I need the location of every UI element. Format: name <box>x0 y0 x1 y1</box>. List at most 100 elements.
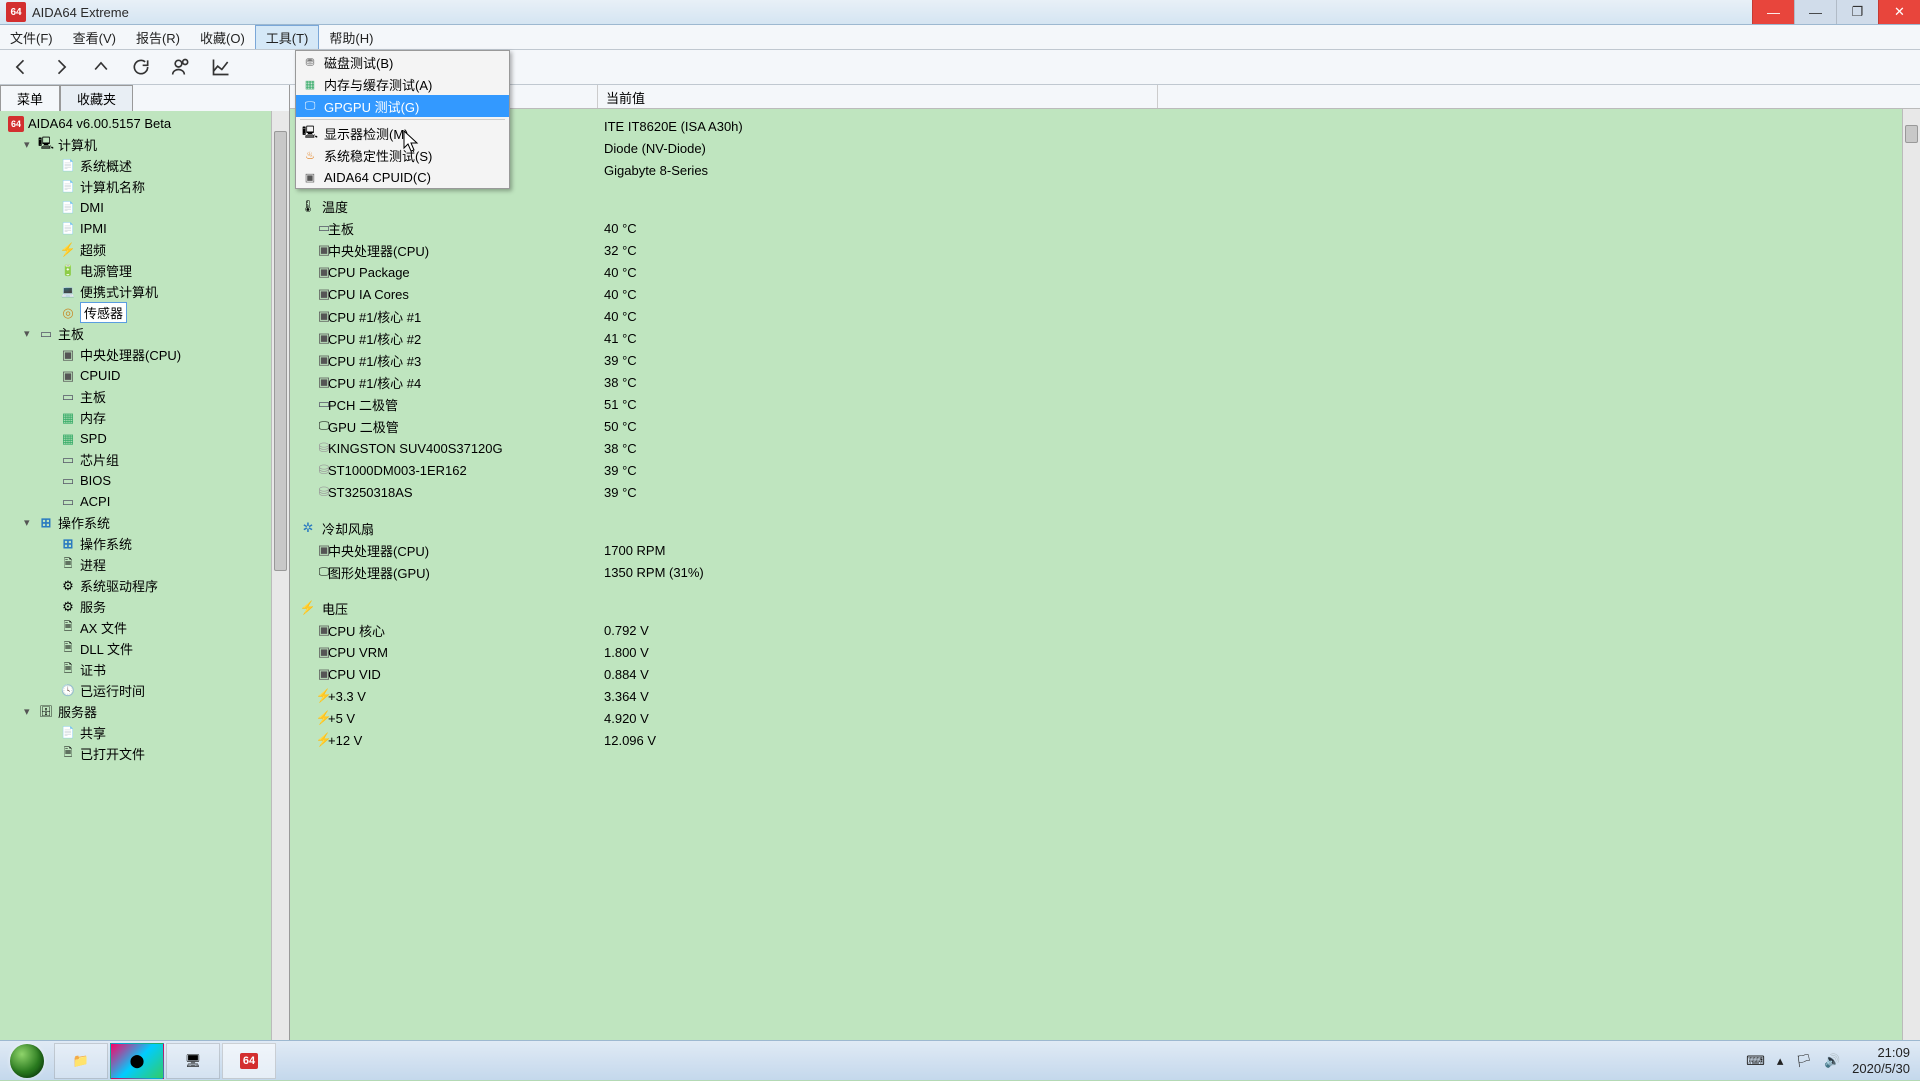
tree-item[interactable]: 超频 <box>4 239 289 260</box>
tree-item[interactable]: 系统驱动程序 <box>4 575 289 596</box>
list-row[interactable]: 中央处理器(CPU)32 °C <box>298 239 1920 261</box>
maximize-button[interactable]: ❐ <box>1836 0 1878 24</box>
taskbar: 📁 ⬤ 🖥 64 ⌨ ▴ 🏳 🔊 21:09 2020/5/30 <box>0 1040 1920 1080</box>
tray-flag-icon[interactable]: 🏳 <box>1795 1053 1812 1069</box>
tree-item[interactable]: DMI <box>4 197 289 218</box>
tree-item[interactable]: SPD <box>4 428 289 449</box>
list-row[interactable]: 中央处理器(CPU)1700 RPM <box>298 539 1920 561</box>
tree-item[interactable]: 系统概述 <box>4 155 289 176</box>
taskbar-explorer[interactable]: 📁 <box>54 1043 108 1079</box>
taskbar-aida64[interactable]: 64 <box>222 1043 276 1079</box>
tree-group[interactable]: ▾主板 <box>4 323 289 344</box>
dropdown-item[interactable]: 磁盘测试(B) <box>296 51 509 73</box>
minimize-button[interactable]: — <box>1794 0 1836 24</box>
tree-group[interactable]: ▾操作系统 <box>4 512 289 533</box>
dropdown-item[interactable]: 显示器检测(M) <box>296 122 509 144</box>
tree-item[interactable]: 电源管理 <box>4 260 289 281</box>
list-scrollbar[interactable] <box>1902 109 1920 1040</box>
menu-favorites[interactable]: 收藏(O) <box>190 25 255 49</box>
tab-favorites[interactable]: 收藏夹 <box>60 85 133 111</box>
list-row[interactable]: PCH 二极管51 °C <box>298 393 1920 415</box>
tree-item[interactable]: BIOS <box>4 470 289 491</box>
tree-item[interactable]: 进程 <box>4 554 289 575</box>
up-button[interactable] <box>88 54 114 80</box>
menu-tools[interactable]: 工具(T) <box>255 25 320 49</box>
list-row[interactable]: CPU 核心0.792 V <box>298 619 1920 641</box>
list-row[interactable]: CPU IA Cores40 °C <box>298 283 1920 305</box>
list-row[interactable]: 图形处理器(GPU)1350 RPM (31%) <box>298 561 1920 583</box>
back-button[interactable] <box>8 54 34 80</box>
close-button[interactable]: ✕ <box>1878 0 1920 24</box>
tree-item[interactable]: 主板 <box>4 386 289 407</box>
menu-view[interactable]: 查看(V) <box>63 25 126 49</box>
list-row[interactable]: Diode (NV-Diode) <box>298 137 1920 159</box>
list-row[interactable]: +3.3 V3.364 V <box>298 685 1920 707</box>
list-row[interactable]: CPU #1/核心 #339 °C <box>298 349 1920 371</box>
tree-item[interactable]: 芯片组 <box>4 449 289 470</box>
list-row[interactable]: CPU #1/核心 #140 °C <box>298 305 1920 327</box>
taskbar-browser[interactable]: ⬤ <box>110 1043 164 1079</box>
list-row[interactable]: +5 V4.920 V <box>298 707 1920 729</box>
tree-item[interactable]: 便携式计算机 <box>4 281 289 302</box>
list-row[interactable]: CPU Package40 °C <box>298 261 1920 283</box>
list-row[interactable]: ITE IT8620E (ISA A30h) <box>298 115 1920 137</box>
tree-item[interactable]: 计算机名称 <box>4 176 289 197</box>
tray-volume-icon[interactable]: 🔊 <box>1824 1053 1840 1069</box>
tree-item[interactable]: 服务 <box>4 596 289 617</box>
list-row[interactable]: ST3250318AS39 °C <box>298 481 1920 503</box>
list-row[interactable]: ST1000DM003-1ER16239 °C <box>298 459 1920 481</box>
tree-item[interactable]: 传感器 <box>4 302 289 323</box>
tree-item[interactable]: 共享 <box>4 722 289 743</box>
tree-item[interactable]: 已打开文件 <box>4 743 289 764</box>
expand-icon[interactable]: ▾ <box>24 516 34 529</box>
list-row[interactable]: CPU #1/核心 #241 °C <box>298 327 1920 349</box>
dropdown-item[interactable]: 系统稳定性测试(S) <box>296 144 509 166</box>
tree-item[interactable]: 内存 <box>4 407 289 428</box>
list-row[interactable]: KINGSTON SUV400S37120G38 °C <box>298 437 1920 459</box>
list-row[interactable]: CPU #1/核心 #438 °C <box>298 371 1920 393</box>
taskbar-clock[interactable]: 21:09 2020/5/30 <box>1852 1045 1910 1076</box>
tree-group[interactable]: ▾计算机 <box>4 134 289 155</box>
refresh-button[interactable] <box>128 54 154 80</box>
chart-button[interactable] <box>208 54 234 80</box>
list-row[interactable]: GPU 二极管50 °C <box>298 415 1920 437</box>
taskbar-app[interactable]: 🖥 <box>166 1043 220 1079</box>
start-button[interactable] <box>0 1041 54 1081</box>
column-value[interactable]: 当前值 <box>598 85 1158 108</box>
unknown-button[interactable]: — <box>1752 0 1794 24</box>
expand-icon[interactable]: ▾ <box>24 327 34 340</box>
tree-group[interactable]: ▾服务器 <box>4 701 289 722</box>
list-row[interactable]: +12 V12.096 V <box>298 729 1920 751</box>
tree-item[interactable]: IPMI <box>4 218 289 239</box>
tray-keyboard-icon[interactable]: ⌨ <box>1746 1053 1765 1069</box>
tab-menu[interactable]: 菜单 <box>0 85 60 111</box>
tree-item[interactable]: 已运行时间 <box>4 680 289 701</box>
expand-icon[interactable]: ▾ <box>24 705 34 718</box>
menu-help[interactable]: 帮助(H) <box>319 25 383 49</box>
menu-report[interactable]: 报告(R) <box>126 25 190 49</box>
tree-icon <box>60 599 76 615</box>
system-tray[interactable]: ⌨ ▴ 🏳 🔊 21:09 2020/5/30 <box>1736 1045 1920 1076</box>
dropdown-item[interactable]: AIDA64 CPUID(C) <box>296 166 509 188</box>
tree-item[interactable]: DLL 文件 <box>4 638 289 659</box>
list-row[interactable]: CPU VID0.884 V <box>298 663 1920 685</box>
tree-item[interactable]: 操作系统 <box>4 533 289 554</box>
list-row[interactable]: 主板名称Gigabyte 8-Series <box>298 159 1920 181</box>
tray-up-icon[interactable]: ▴ <box>1777 1053 1784 1069</box>
tree-item[interactable]: CPUID <box>4 365 289 386</box>
dropdown-item[interactable]: GPGPU 测试(G) <box>296 95 509 117</box>
tree-item[interactable]: AX 文件 <box>4 617 289 638</box>
tree-item[interactable]: 中央处理器(CPU) <box>4 344 289 365</box>
dropdown-item[interactable]: 内存与缓存测试(A) <box>296 73 509 95</box>
list-row[interactable]: 主板40 °C <box>298 217 1920 239</box>
list-row[interactable]: CPU VRM1.800 V <box>298 641 1920 663</box>
tree-root-label[interactable]: AIDA64 v6.00.5157 Beta <box>28 116 171 131</box>
user-button[interactable] <box>168 54 194 80</box>
menu-file[interactable]: 文件(F) <box>0 25 63 49</box>
navigation-tree[interactable]: 64AIDA64 v6.00.5157 Beta▾计算机系统概述计算机名称DMI… <box>0 111 289 766</box>
tree-item[interactable]: 证书 <box>4 659 289 680</box>
forward-button[interactable] <box>48 54 74 80</box>
tree-item[interactable]: ACPI <box>4 491 289 512</box>
tree-scrollbar[interactable] <box>271 111 289 1040</box>
expand-icon[interactable]: ▾ <box>24 138 34 151</box>
